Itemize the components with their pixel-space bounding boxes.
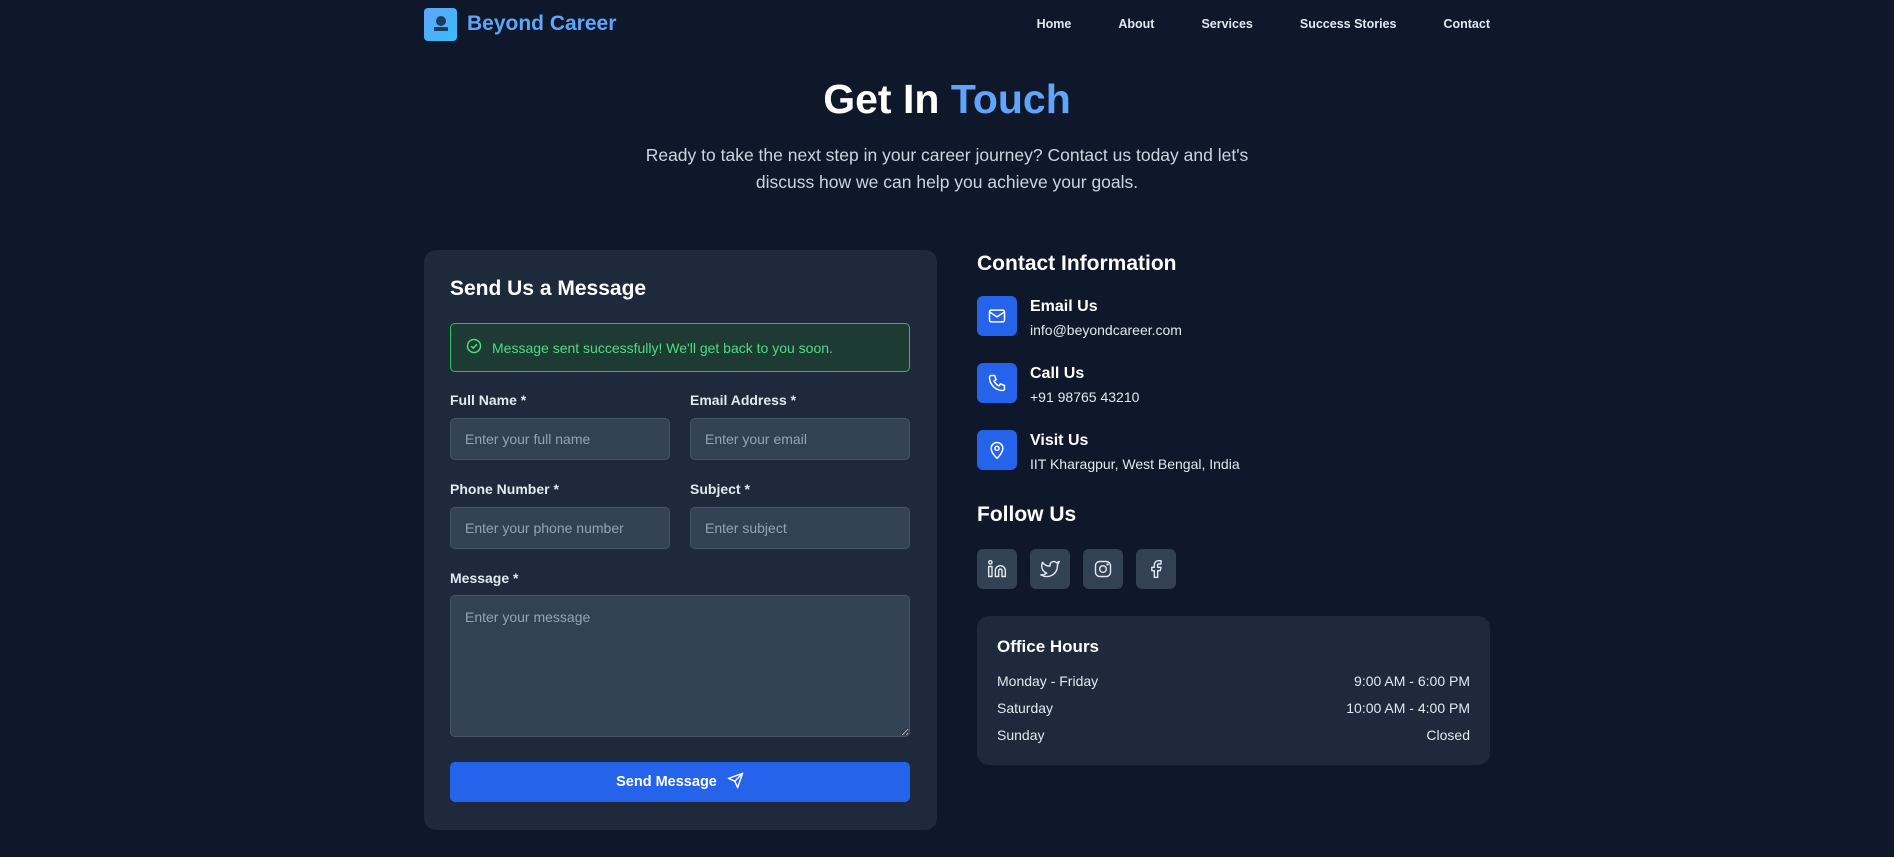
logo (424, 7, 457, 41)
call-heading: Call Us (1030, 365, 1085, 382)
nav-link-about[interactable]: About (1118, 17, 1154, 31)
title-text: Get In (823, 76, 940, 122)
hours-time: 10:00 AM - 4:00 PM (1346, 700, 1470, 716)
email-label: Email Address * (690, 392, 797, 408)
phone-input[interactable] (450, 507, 670, 549)
message-label: Message * (450, 570, 519, 586)
linkedin-icon[interactable] (977, 549, 1017, 589)
email-heading: Email Us (1030, 298, 1098, 315)
send-button-label: Send Message (616, 774, 717, 790)
nav-links: Home About Services Success Stories Cont… (1037, 17, 1490, 31)
check-circle-icon (466, 338, 482, 357)
hours-time: 9:00 AM - 6:00 PM (1354, 673, 1470, 689)
hours-day: Sunday (997, 727, 1045, 743)
success-alert: Message sent successfully! We'll get bac… (450, 323, 910, 372)
hours-day: Saturday (997, 700, 1054, 716)
nav-link-contact[interactable]: Contact (1443, 17, 1490, 31)
full-name-input[interactable] (450, 418, 670, 460)
hours-row: Saturday 10:00 AM - 4:00 PM (997, 700, 1470, 716)
contact-info-title: Contact Information (977, 252, 1177, 275)
email-value[interactable]: info@beyondcareer.com (1030, 322, 1182, 338)
office-hours-title: Office Hours (997, 637, 1100, 656)
twitter-icon[interactable] (1030, 549, 1070, 589)
address-value: IIT Kharagpur, West Bengal, India (1030, 456, 1240, 472)
mail-icon (977, 296, 1017, 336)
navbar: Beyond Career Home About Services Succes… (424, 0, 1490, 48)
facebook-icon[interactable] (1136, 549, 1176, 589)
visit-heading: Visit Us (1030, 432, 1089, 449)
send-message-button[interactable]: Send Message (450, 762, 910, 802)
brand[interactable]: Beyond Career (424, 7, 617, 41)
hours-day: Monday - Friday (997, 673, 1099, 689)
hours-time: Closed (1426, 727, 1470, 743)
subject-label: Subject * (690, 481, 750, 497)
email-input[interactable] (690, 418, 910, 460)
form-title: Send Us a Message (450, 277, 647, 300)
message-textarea[interactable] (450, 595, 910, 737)
office-hours-card: Office Hours Monday - Friday 9:00 AM - 6… (977, 616, 1490, 765)
hours-row: Sunday Closed (997, 727, 1470, 743)
contact-address: Visit Us IIT Kharagpur, West Bengal, Ind… (977, 430, 1240, 472)
contact-email: Email Us info@beyondcareer.com (977, 296, 1182, 338)
page-title: Get In Touch (0, 76, 1894, 123)
phone-label: Phone Number * (450, 481, 559, 497)
instagram-icon[interactable] (1083, 549, 1123, 589)
send-icon (727, 772, 744, 793)
title-accent: Touch (950, 76, 1071, 122)
contact-phone: Call Us +91 98765 43210 (977, 363, 1139, 405)
page-subtitle: Ready to take the next step in your care… (645, 145, 1249, 192)
nav-link-services[interactable]: Services (1201, 17, 1252, 31)
nav-link-success-stories[interactable]: Success Stories (1300, 17, 1397, 31)
brand-name: Beyond Career (467, 12, 617, 35)
full-name-label: Full Name * (450, 392, 527, 408)
social-links (977, 549, 1176, 589)
map-pin-icon (977, 430, 1017, 470)
contact-form-card: Send Us a Message Message sent successfu… (424, 250, 937, 830)
phone-value[interactable]: +91 98765 43210 (1030, 389, 1139, 405)
phone-icon (977, 363, 1017, 403)
hours-row: Monday - Friday 9:00 AM - 6:00 PM (997, 673, 1470, 689)
subject-input[interactable] (690, 507, 910, 549)
follow-us-title: Follow Us (977, 503, 1077, 526)
nav-link-home[interactable]: Home (1037, 17, 1072, 31)
alert-text: Message sent successfully! We'll get bac… (492, 339, 833, 356)
